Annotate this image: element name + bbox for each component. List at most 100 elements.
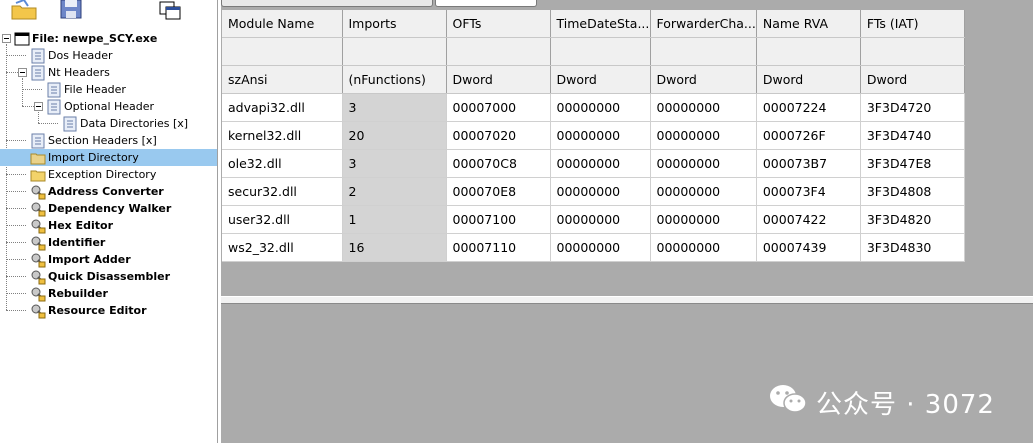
imports-cell[interactable]: 3	[342, 149, 447, 178]
tree-item-dependency-walker[interactable]: Dependency Walker	[30, 200, 171, 217]
ofts-cell[interactable]: 00007020	[446, 121, 551, 150]
tree-item-label: File Header	[64, 83, 126, 96]
pane-splitter[interactable]	[221, 296, 1033, 304]
imports-cell[interactable]: 16	[342, 233, 447, 262]
ofts-cell[interactable]: 00007110	[446, 233, 551, 262]
window-icon	[14, 31, 30, 47]
tool-icon	[30, 286, 46, 302]
imports-cell[interactable]: 20	[342, 121, 447, 150]
module-name-cell[interactable]: ws2_32.dll	[222, 233, 343, 262]
watermark-text: 公众号 · 3072	[816, 389, 995, 420]
name-rva-cell[interactable]: 000073F4	[756, 177, 861, 206]
tree-item-exception-directory[interactable]: Exception Directory	[30, 166, 156, 183]
column-header-name-rva[interactable]: Name RVA	[756, 10, 861, 38]
table-row[interactable]: user32.dll 1 00007100 00000000 00000000 …	[222, 205, 965, 234]
tool-icon	[30, 303, 46, 319]
table-row[interactable]: secur32.dll 2 000070E8 00000000 00000000…	[222, 177, 965, 206]
tree-item-rebuilder[interactable]: Rebuilder	[30, 285, 108, 302]
header-spacer-cell	[222, 37, 343, 66]
name-rva-cell[interactable]: 00007439	[756, 233, 861, 262]
timedatestamp-cell[interactable]: 00000000	[550, 205, 651, 234]
windows-icon[interactable]	[156, 0, 186, 23]
tree-item-hex-editor[interactable]: Hex Editor	[30, 217, 113, 234]
tab-previous[interactable]	[221, 0, 433, 7]
tree-item-file-header[interactable]: File Header	[46, 81, 126, 98]
forwarderchain-cell[interactable]: 00000000	[650, 233, 757, 262]
document-icon	[46, 99, 62, 115]
tree-item-resource-editor[interactable]: Resource Editor	[30, 302, 147, 319]
tree-item-section-headers[interactable]: Section Headers [x]	[30, 132, 157, 149]
tree-item-import-directory[interactable]: Import Directory	[0, 149, 217, 166]
type-cell: szAnsi	[222, 65, 343, 94]
fts-iat-cell[interactable]: 3F3D4740	[860, 121, 965, 150]
collapse-optional-header-toggle[interactable]	[34, 102, 43, 111]
fts-iat-cell[interactable]: 3F3D4808	[860, 177, 965, 206]
collapse-root-toggle[interactable]	[2, 34, 11, 43]
column-header-ofts[interactable]: OFTs	[446, 10, 551, 38]
document-icon	[46, 82, 62, 98]
timedatestamp-cell[interactable]: 00000000	[550, 233, 651, 262]
module-name-cell[interactable]: ole32.dll	[222, 149, 343, 178]
tree-item-label: Resource Editor	[48, 304, 147, 317]
timedatestamp-cell[interactable]: 00000000	[550, 121, 651, 150]
tree-item-dos-header[interactable]: Dos Header	[30, 47, 112, 64]
name-rva-cell[interactable]: 0000726F	[756, 121, 861, 150]
column-header-timedatestamp[interactable]: TimeDateSta...	[550, 10, 651, 38]
tree-item-address-converter[interactable]: Address Converter	[30, 183, 164, 200]
imports-cell[interactable]: 3	[342, 93, 447, 122]
table-row[interactable]: advapi32.dll 3 00007000 00000000 0000000…	[222, 93, 965, 122]
tree-item-optional-header[interactable]: Optional Header	[46, 98, 154, 115]
tree-item-identifier[interactable]: Identifier	[30, 234, 105, 251]
ofts-cell[interactable]: 00007100	[446, 205, 551, 234]
fts-iat-cell[interactable]: 3F3D4820	[860, 205, 965, 234]
name-rva-cell[interactable]: 00007422	[756, 205, 861, 234]
module-name-cell[interactable]: user32.dll	[222, 205, 343, 234]
column-header-forwarderchain[interactable]: ForwarderCha...	[650, 10, 757, 38]
fts-iat-cell[interactable]: 3F3D4830	[860, 233, 965, 262]
module-name-cell[interactable]: advapi32.dll	[222, 93, 343, 122]
tree-root-file[interactable]: File: newpe_SCY.exe	[14, 30, 157, 47]
lower-pane	[221, 304, 1033, 443]
column-header-module-name[interactable]: Module Name	[222, 10, 343, 38]
header-spacer-cell	[650, 37, 757, 66]
name-rva-cell[interactable]: 000073B7	[756, 149, 861, 178]
timedatestamp-cell[interactable]: 00000000	[550, 177, 651, 206]
ofts-cell[interactable]: 00007000	[446, 93, 551, 122]
forwarderchain-cell[interactable]: 00000000	[650, 149, 757, 178]
table-row[interactable]: ws2_32.dll 16 00007110 00000000 00000000…	[222, 233, 965, 262]
collapse-nt-headers-toggle[interactable]	[18, 68, 27, 77]
timedatestamp-cell[interactable]: 00000000	[550, 149, 651, 178]
column-header-fts-iat[interactable]: FTs (IAT)	[860, 10, 965, 38]
tree-item-quick-disassembler[interactable]: Quick Disassembler	[30, 268, 170, 285]
tab-active[interactable]	[435, 0, 537, 7]
watermark: 公众号 · 3072	[768, 384, 995, 420]
forwarderchain-cell[interactable]: 00000000	[650, 205, 757, 234]
header-spacer-row	[222, 37, 965, 66]
forwarderchain-cell[interactable]: 00000000	[650, 177, 757, 206]
document-icon	[62, 116, 78, 132]
table-row[interactable]: kernel32.dll 20 00007020 00000000 000000…	[222, 121, 965, 150]
timedatestamp-cell[interactable]: 00000000	[550, 93, 651, 122]
forwarderchain-cell[interactable]: 00000000	[650, 93, 757, 122]
tree-item-nt-headers[interactable]: Nt Headers	[30, 64, 110, 81]
ofts-cell[interactable]: 000070C8	[446, 149, 551, 178]
tree-item-import-adder[interactable]: Import Adder	[30, 251, 131, 268]
save-disk-icon[interactable]	[56, 0, 86, 23]
tree-panel: File: newpe_SCY.exe Dos Header Nt Header…	[0, 0, 218, 443]
imports-cell[interactable]: 1	[342, 205, 447, 234]
fts-iat-cell[interactable]: 3F3D4720	[860, 93, 965, 122]
tree-item-label: Hex Editor	[48, 219, 113, 232]
tree-item-data-directories[interactable]: Data Directories [x]	[62, 115, 188, 132]
module-name-cell[interactable]: secur32.dll	[222, 177, 343, 206]
name-rva-cell[interactable]: 00007224	[756, 93, 861, 122]
forwarderchain-cell[interactable]: 00000000	[650, 121, 757, 150]
header-spacer-cell	[756, 37, 861, 66]
ofts-cell[interactable]: 000070E8	[446, 177, 551, 206]
column-header-imports[interactable]: Imports	[342, 10, 447, 38]
open-folder-icon[interactable]	[10, 0, 40, 23]
fts-iat-cell[interactable]: 3F3D47E8	[860, 149, 965, 178]
header-spacer-cell	[342, 37, 447, 66]
table-row[interactable]: ole32.dll 3 000070C8 00000000 00000000 0…	[222, 149, 965, 178]
module-name-cell[interactable]: kernel32.dll	[222, 121, 343, 150]
imports-cell[interactable]: 2	[342, 177, 447, 206]
